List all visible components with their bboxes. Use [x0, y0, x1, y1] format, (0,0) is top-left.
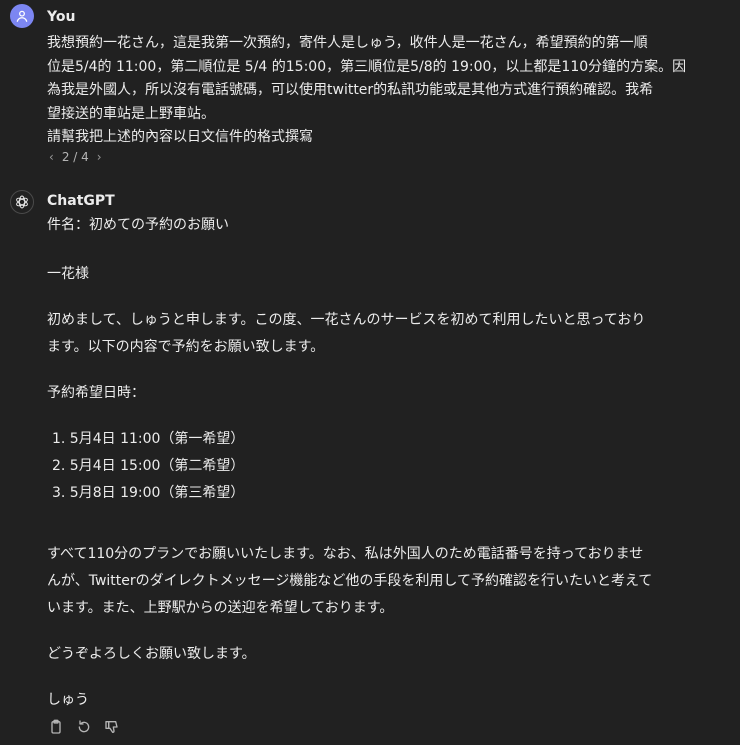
refresh-icon	[78, 720, 90, 733]
person-icon	[16, 10, 28, 22]
assistant-avatar	[10, 190, 34, 214]
email-signature: しゅう	[47, 692, 89, 708]
email-closing: どうぞよろしくお願い致します。	[47, 646, 256, 662]
copy-button[interactable]	[47, 718, 65, 736]
intro-line: 初めまして、しゅうと申します。この度、一花さんのサービスを初めて利用したいと思っ…	[47, 312, 646, 328]
schedule-heading: 予約希望日時：	[47, 385, 145, 401]
thumbs-down-icon	[105, 721, 118, 733]
previous-version-button[interactable]: ‹	[47, 150, 56, 164]
user-message-line: 望接送的車站是上野車站。	[47, 105, 215, 122]
email-subject: 件名：初めての予約のお願い	[47, 217, 229, 233]
body-line: んが、Twitterのダイレクトメッセージ機能など他の手段を利用して予約確認を行…	[47, 573, 653, 589]
message-actions	[47, 718, 121, 736]
user-message: 我想預約一花さん，這是我第一次預約，寄件人是しゅう，收件人是一花さん，希望預約的…	[47, 32, 722, 150]
user-message-line: 請幫我把上述的內容以日文信件的格式撰寫	[47, 129, 313, 145]
clipboard-icon	[51, 719, 61, 734]
regenerate-button[interactable]	[75, 718, 93, 736]
schedule-item: 2. 5月4日 15:00（第二希望）	[52, 458, 245, 474]
intro-line: ます。以下の内容で予約をお願い致します。	[47, 339, 325, 355]
body-line: います。また、上野駅からの送迎を希望しております。	[47, 600, 394, 616]
user-message-line: 為我是外國人，所以沒有電話號碼，可以使用twitter的私訊功能或是其他方式進行…	[47, 82, 654, 98]
message-version-pager: ‹ 2 / 4 ›	[47, 150, 104, 164]
dislike-button[interactable]	[103, 718, 121, 736]
assistant-name: ChatGPT	[47, 193, 115, 209]
user-message-line: 位是5/4的 11:00，第二順位是 5/4 的15:00，第三順位是5/8的 …	[47, 58, 687, 75]
schedule-item: 3. 5月8日 19:00（第三希望）	[52, 485, 245, 501]
email-greeting: 一花様	[47, 266, 89, 282]
user-avatar	[10, 4, 34, 28]
user-message-line: 我想預約一花さん，這是我第一次預約，寄件人是しゅう，收件人是一花さん，希望預約的…	[47, 35, 648, 51]
next-version-button[interactable]: ›	[95, 150, 104, 164]
body-line: すべて110分のプランでお願いいたします。なお、私は外国人のため電話番号を持って…	[47, 546, 644, 562]
schedule-item: 1. 5月4日 11:00（第一希望）	[52, 431, 245, 447]
user-name: You	[47, 9, 76, 25]
version-count: 2 / 4	[61, 150, 89, 164]
openai-logo-icon	[16, 195, 28, 209]
